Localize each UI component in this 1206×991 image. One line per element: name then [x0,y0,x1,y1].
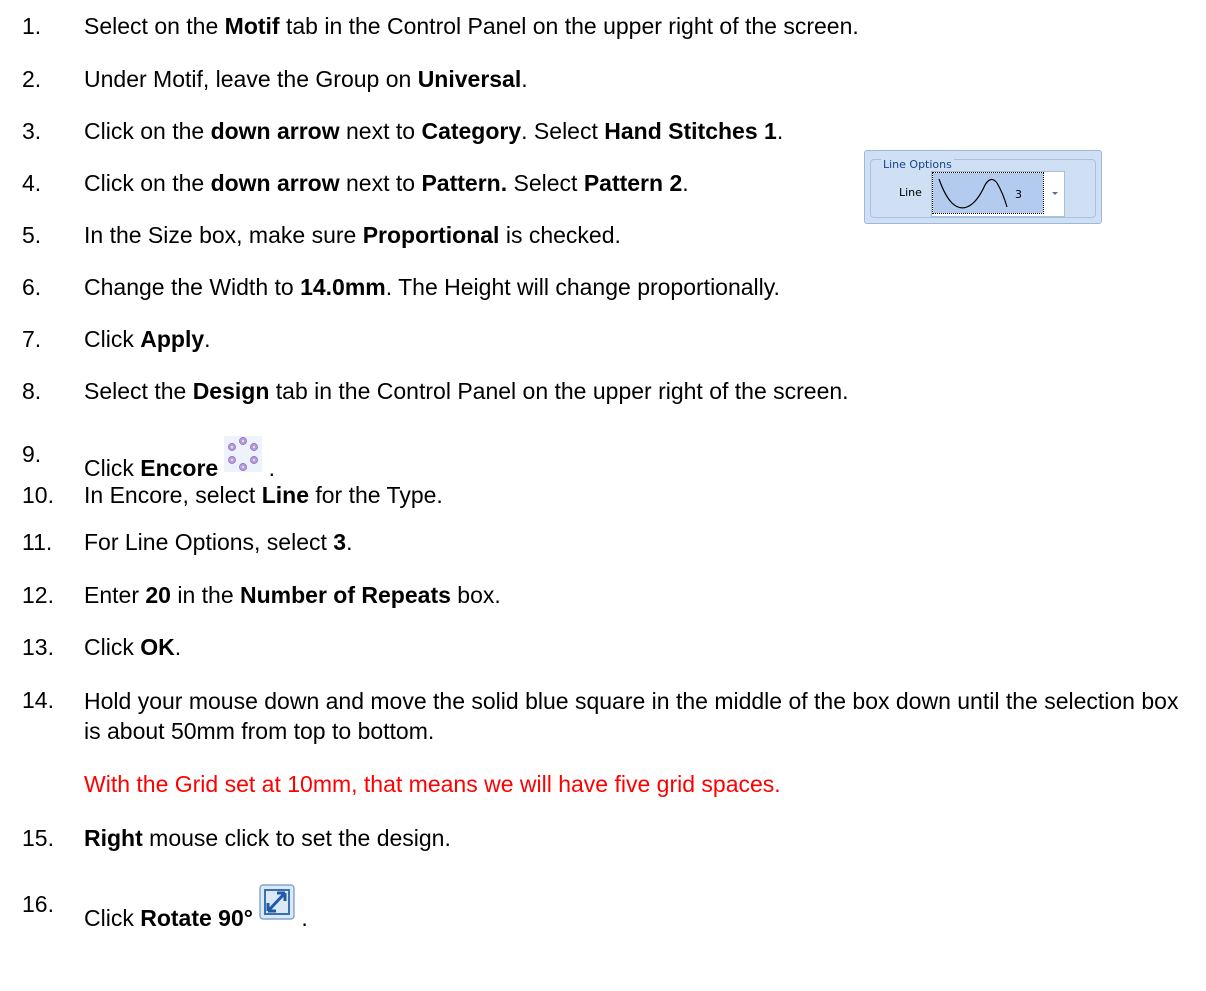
step-text: Click on the down arrow next to Pattern.… [84,170,689,196]
grid-note: With the Grid set at 10mm, that means we… [84,771,781,797]
line-options-legend: Line Options [881,158,954,171]
step-number: 13. [22,634,54,660]
step-text: Hold your mouse down and move the solid … [84,688,1179,744]
step-number: 3. [22,118,42,144]
step-number: 10. [22,482,54,508]
step-text: Click OK. [84,634,182,660]
line-label: Line [899,186,922,199]
step-text: Change the Width to 14.0mm. The Height w… [84,274,780,300]
step-number: 4. [22,170,42,196]
line-options-panel: Line Options Line 3 [864,150,1102,224]
step-number: 12. [22,582,54,608]
step-number: 14. [22,687,54,713]
step-number: 2. [22,66,42,92]
step-text: In Encore, select Line for the Type. [84,482,443,508]
step-number: 6. [22,274,42,300]
step-text: In the Size box, make sure Proportional … [84,222,621,248]
step-number: 11. [22,529,53,555]
line-option-selected[interactable]: 3 [932,172,1044,214]
step-text: Right mouse click to set the design. [84,825,451,851]
step-text: Select on the Motif tab in the Control P… [84,13,859,39]
step-text: Click Apply. [84,326,211,352]
step-14: 14. Hold your mouse down and move the so… [0,686,1206,746]
step-number: 8. [22,378,42,404]
line-option-dropdown[interactable]: 3 [931,171,1065,217]
line-option-value: 3 [1015,188,1022,201]
step-text: Under Motif, leave the Group on Universa… [84,66,528,92]
step-number: 7. [22,326,42,352]
step-text: Click Rotate 90° . [84,884,308,932]
step-text: Enter 20 in the Number of Repeats box. [84,582,501,608]
encore-flower-ring-icon [224,436,263,478]
step-number: 5. [22,222,42,248]
rotate-90-icon [259,884,295,926]
step-text: Select the Design tab in the Control Pan… [84,378,849,404]
chevron-down-icon[interactable] [1046,172,1064,216]
step-number: 15. [22,825,54,851]
step-text: Click on the down arrow next to Category… [84,118,784,144]
step-number: 1. [22,13,42,39]
step-number: 16. [22,891,54,917]
step-text: Click Encore . [84,436,275,482]
step-number: 9. [22,441,42,467]
step-text: For Line Options, select 3. [84,529,353,555]
sine-wave-icon [938,178,1008,209]
